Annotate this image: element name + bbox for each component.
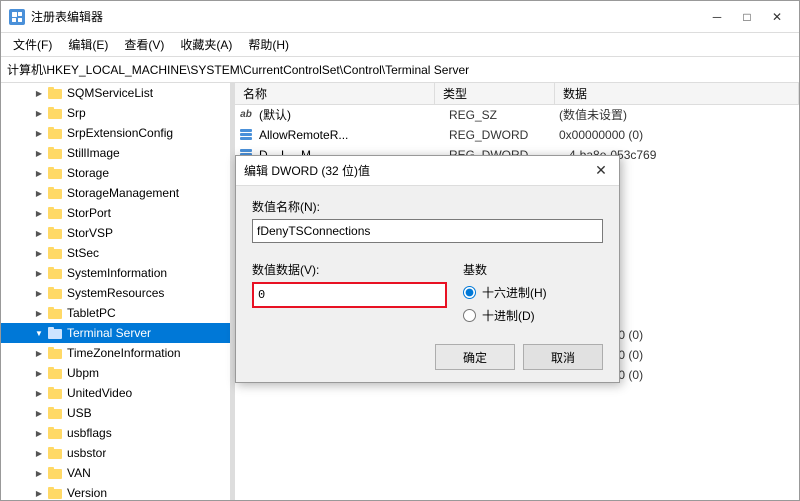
cancel-button[interactable]: 取消: [523, 344, 603, 370]
value-input-wrapper: [252, 282, 447, 308]
base-label: 基数: [463, 261, 603, 278]
radio-group: 十六进制(H) 十进制(D): [463, 284, 603, 324]
radio-hex-input[interactable]: [463, 286, 476, 299]
radio-hex[interactable]: 十六进制(H): [463, 284, 603, 301]
edit-dword-dialog: 编辑 DWORD (32 位)值 ✕ 数值名称(N): 数值数据(V): 基数: [235, 155, 620, 383]
base-section: 基数 十六进制(H) 十进制(D): [463, 261, 603, 324]
radio-hex-label: 十六进制(H): [482, 284, 547, 301]
dialog-title-bar: 编辑 DWORD (32 位)值 ✕: [236, 156, 619, 186]
name-field-input[interactable]: [252, 219, 603, 243]
value-section: 数值数据(V):: [252, 261, 447, 324]
value-field-label: 数值数据(V):: [252, 261, 447, 278]
name-field-label: 数值名称(N):: [252, 198, 603, 215]
modal-overlay: 编辑 DWORD (32 位)值 ✕ 数值名称(N): 数值数据(V): 基数: [0, 0, 800, 501]
dialog-footer: 确定 取消: [236, 336, 619, 382]
dialog-close-button[interactable]: ✕: [591, 161, 611, 181]
radio-dec[interactable]: 十进制(D): [463, 307, 603, 324]
dialog-value-row: 数值数据(V): 基数 十六进制(H) 十进制(D): [252, 261, 603, 324]
radio-dec-label: 十进制(D): [482, 307, 535, 324]
dialog-body: 数值名称(N): 数值数据(V): 基数 十六进制(H): [236, 186, 619, 336]
ok-button[interactable]: 确定: [435, 344, 515, 370]
value-field-input[interactable]: [252, 282, 447, 308]
radio-dec-input[interactable]: [463, 309, 476, 322]
dialog-title: 编辑 DWORD (32 位)值: [244, 162, 370, 179]
